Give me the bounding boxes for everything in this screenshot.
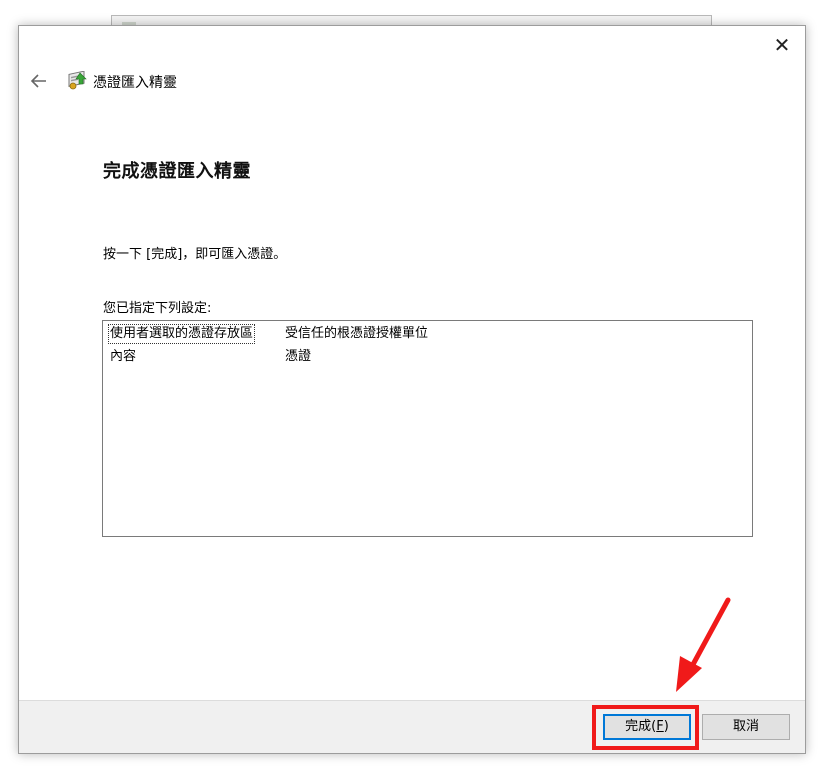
page-title: 完成憑證匯入精靈 <box>103 161 251 182</box>
close-button[interactable]: ✕ <box>767 32 797 58</box>
cancel-button-label: 取消 <box>732 719 759 734</box>
finish-button[interactable]: 完成(F) <box>603 714 691 740</box>
arrow-left-icon <box>30 74 46 88</box>
certificate-icon <box>66 70 88 91</box>
wizard-header-title: 憑證匯入精靈 <box>93 75 177 91</box>
settings-label: 您已指定下列設定: <box>103 301 212 316</box>
close-icon: ✕ <box>773 33 791 57</box>
settings-key: 使用者選取的憑證存放區 <box>108 324 256 344</box>
dialog-footer: 完成(F) 取消 <box>19 700 805 753</box>
settings-value: 憑證 <box>285 349 312 364</box>
finish-button-label: 完成( <box>625 719 657 734</box>
finish-button-accelerator: F <box>656 719 664 734</box>
cancel-button[interactable]: 取消 <box>702 714 790 740</box>
settings-value: 受信任的根憑證授權單位 <box>285 326 429 341</box>
instruction-text: 按一下 [完成]，即可匯入憑證。 <box>103 247 287 262</box>
finish-button-label-close: ) <box>663 719 669 734</box>
screen: ✕ 憑證匯入精靈 完成憑證匯入精靈 按一下 [完成]，即可匯入憑證。 您已指定下… <box>0 0 822 769</box>
certificate-import-wizard-dialog: ✕ 憑證匯入精靈 完成憑證匯入精靈 按一下 [完成]，即可匯入憑證。 您已指定下… <box>18 25 806 754</box>
settings-key: 內容 <box>110 349 137 364</box>
settings-list[interactable]: 使用者選取的憑證存放區 受信任的根憑證授權單位 內容 憑證 <box>102 320 753 537</box>
back-button[interactable] <box>27 69 51 93</box>
